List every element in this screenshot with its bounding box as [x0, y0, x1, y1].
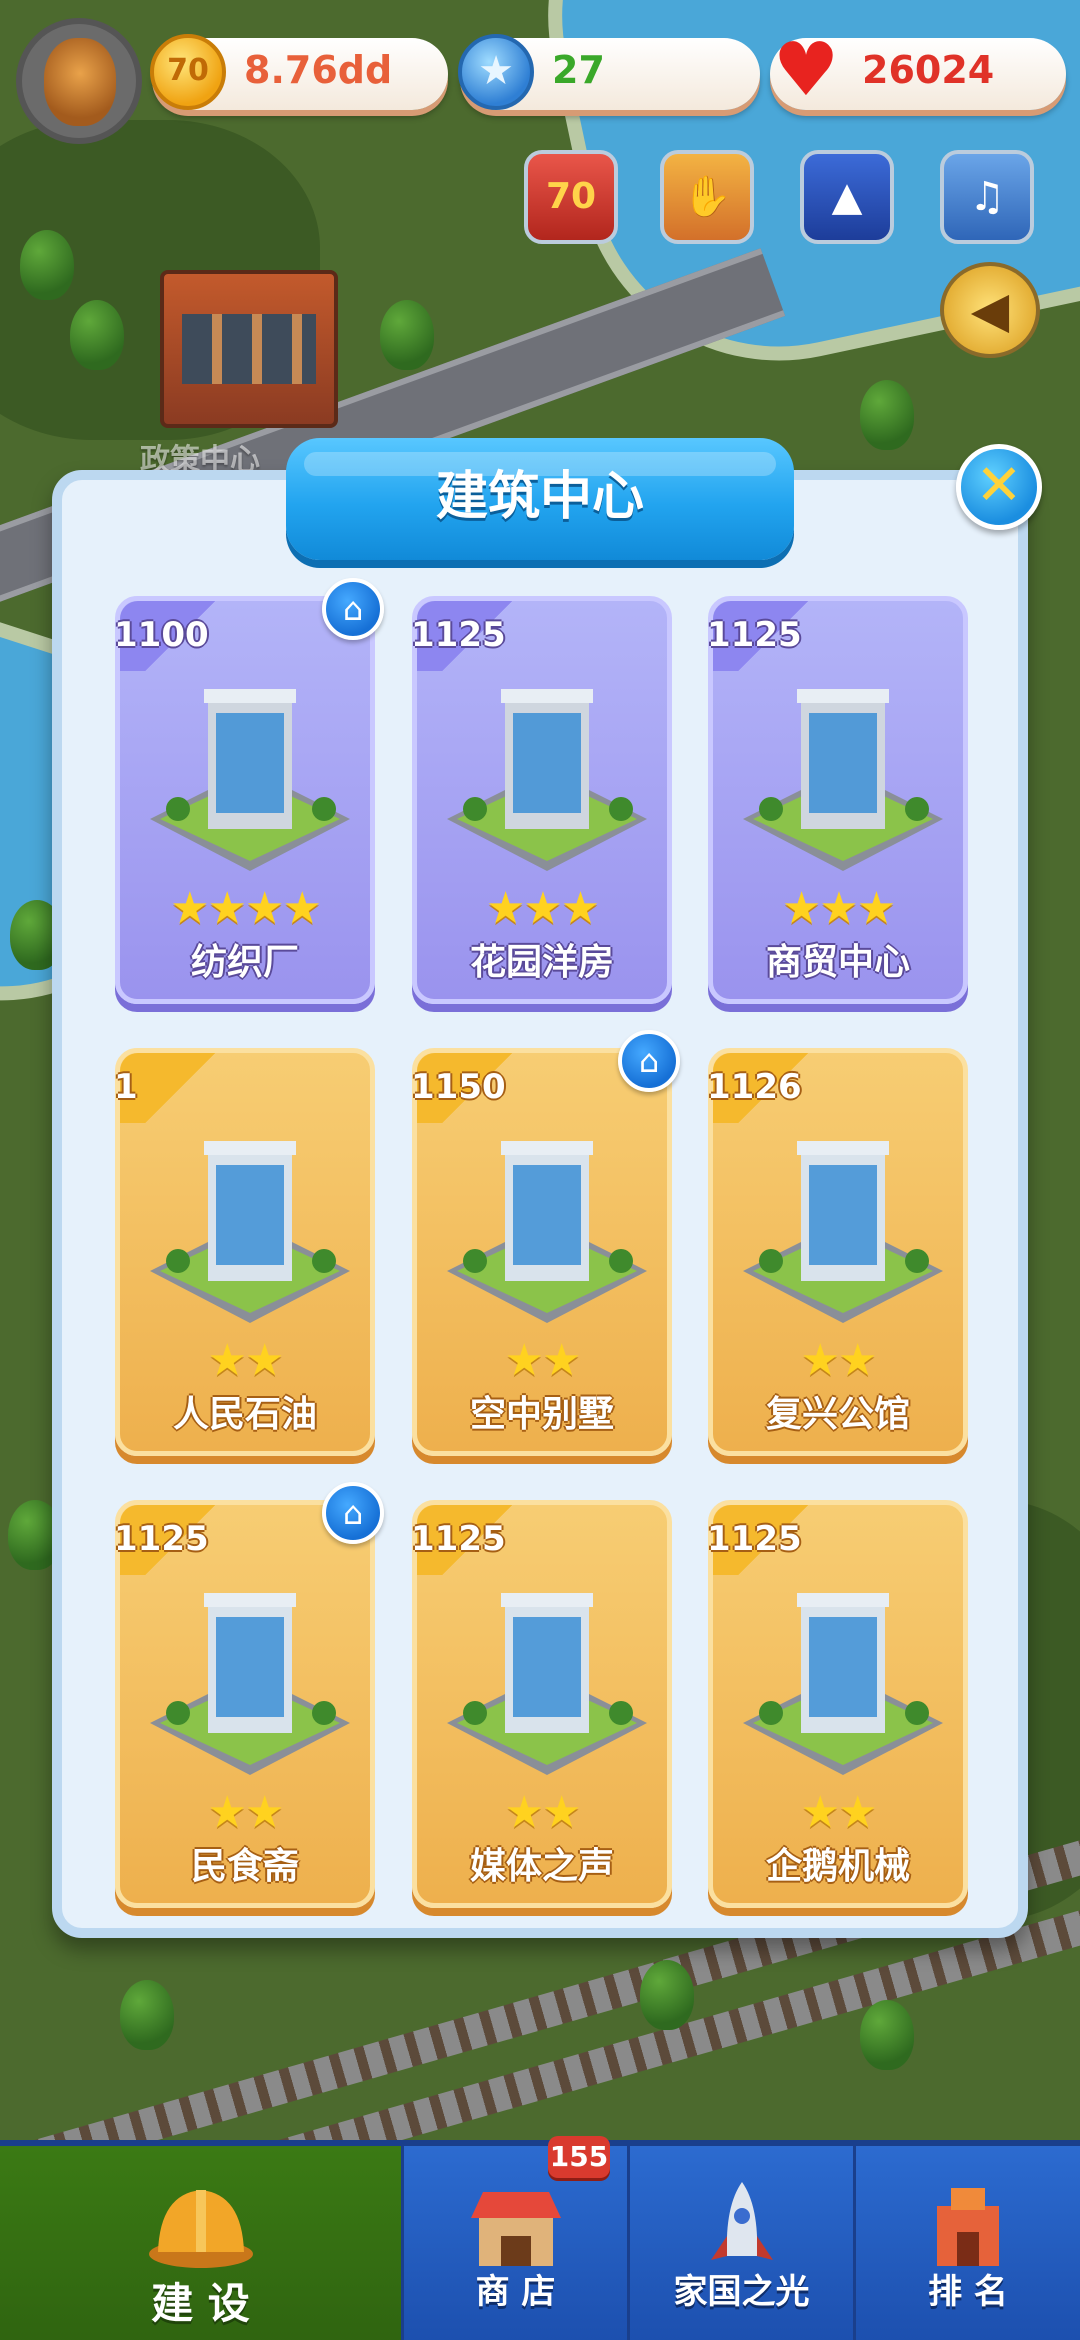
coin-counter[interactable]: 70 8.76dd: [150, 34, 448, 110]
building-stars: ★★: [207, 1335, 285, 1386]
music-event-button[interactable]: ♫: [940, 150, 1034, 244]
building-illustration: [447, 1593, 647, 1775]
building-cost: 1100: [114, 615, 209, 655]
close-button[interactable]: ✕: [956, 444, 1042, 530]
building-card[interactable]: 1100 ★★★★ 纺织厂: [114, 596, 375, 1004]
building-cost: 1125: [114, 1519, 209, 1559]
building-stars: ★★: [207, 1787, 285, 1838]
building-cost: 1125: [707, 615, 802, 655]
music-icon: ♫: [969, 174, 1005, 220]
nav-homeland-light[interactable]: 家国之光: [630, 2146, 856, 2340]
home-icon: ⌂: [322, 578, 384, 640]
building-card[interactable]: 1126 ★★ 复兴公馆: [707, 1048, 968, 1456]
building-illustration: [150, 1593, 350, 1775]
building-stars: ★★: [504, 1335, 582, 1386]
hard-hat-icon: [148, 2190, 253, 2268]
tree: [640, 1960, 694, 2030]
tree: [380, 300, 434, 370]
building-name: 民食斋: [190, 1846, 299, 1887]
building-cost: 1125: [411, 615, 506, 655]
building-stars: ★★: [504, 1787, 582, 1838]
heart-value: 26024: [862, 48, 995, 92]
nav-homeland-label: 家国之光: [673, 2272, 810, 2312]
building-name: 商贸中心: [765, 942, 910, 983]
bottom-navigation: 建 设 商 店 家国之光 排 名: [0, 2140, 1080, 2340]
building-card[interactable]: 1125 ★★ 媒体之声: [411, 1500, 672, 1908]
building-illustration: [743, 1141, 943, 1323]
building-illustration: [447, 1141, 647, 1323]
building-card[interactable]: 1125 ★★ 企鹅机械: [707, 1500, 968, 1908]
tree: [120, 1980, 174, 2050]
gem-value: 27: [552, 48, 605, 92]
heart-icon: ♥: [772, 27, 840, 113]
nav-build[interactable]: 建 设: [0, 2146, 404, 2340]
handshake-event-button[interactable]: ✋: [660, 150, 754, 244]
building-stars: ★★★★: [170, 883, 322, 934]
player-avatar[interactable]: [16, 18, 142, 144]
home-icon: ⌂: [618, 1030, 680, 1092]
building-name: 复兴公馆: [765, 1394, 910, 1435]
building-name: 人民石油: [172, 1394, 317, 1435]
building-name: 媒体之声: [469, 1846, 614, 1887]
trophy-building-icon: [937, 2188, 999, 2266]
coin-value: 8.76dd: [244, 48, 393, 92]
heart-counter[interactable]: ♥ 26024: [770, 33, 1066, 110]
nav-rank[interactable]: 排 名: [856, 2146, 1080, 2340]
building-cost: 1125: [411, 1519, 506, 1559]
building-illustration: [743, 689, 943, 871]
rocket-icon: ▲: [831, 174, 863, 220]
building-card[interactable]: 1125 ★★★ 商贸中心: [707, 596, 968, 1004]
tree: [860, 380, 914, 450]
building-name: 空中别墅: [469, 1394, 614, 1435]
star-gem-icon: ★: [458, 34, 534, 110]
tree: [20, 230, 74, 300]
building-card[interactable]: 1125 ★★★ 花园洋房: [411, 596, 672, 1004]
gem-counter[interactable]: ★ 27: [458, 34, 760, 110]
building-illustration: [447, 689, 647, 871]
megaphone-button[interactable]: ◀: [940, 262, 1040, 358]
nav-shop-label: 商 店: [475, 2272, 556, 2312]
policy-center-building[interactable]: [160, 270, 338, 428]
building-name: 花园洋房: [469, 942, 614, 983]
tree: [70, 300, 124, 370]
anniversary-event-button[interactable]: 70: [524, 150, 618, 244]
building-stars: ★★: [800, 1787, 878, 1838]
building-stars: ★★★: [781, 883, 896, 934]
building-name: 企鹅机械: [765, 1846, 910, 1887]
nav-build-label: 建 设: [151, 2279, 250, 2328]
building-illustration: [743, 1593, 943, 1775]
avatar-image: [44, 38, 116, 126]
rocket-event-button[interactable]: ▲: [800, 150, 894, 244]
building-cost: 1: [114, 1067, 138, 1107]
coin-icon: 70: [150, 34, 226, 110]
building-stars: ★★: [800, 1335, 878, 1386]
building-illustration: [150, 689, 350, 871]
building-card[interactable]: 1150 ★★ 空中别墅: [411, 1048, 672, 1456]
home-icon: ⌂: [322, 1482, 384, 1544]
building-card[interactable]: 1 ★★ 人民石油: [114, 1048, 375, 1456]
building-cost: 1125: [707, 1519, 802, 1559]
shop-icon: [470, 2192, 561, 2266]
shop-notification-badge: 155: [548, 2136, 610, 2178]
building-cost: 1126: [707, 1067, 802, 1107]
building-illustration: [150, 1141, 350, 1323]
rocket-icon: [710, 2182, 773, 2260]
handshake-icon: ✋: [682, 174, 732, 220]
close-icon: ✕: [975, 453, 1023, 518]
megaphone-icon: ◀: [970, 281, 1010, 339]
building-stars: ★★★: [485, 883, 600, 934]
building-name: 纺织厂: [190, 942, 299, 983]
dialog-title: 建筑中心: [286, 438, 794, 560]
building-cost: 1150: [411, 1067, 506, 1107]
tree: [860, 2000, 914, 2070]
nav-rank-label: 排 名: [928, 2272, 1008, 2312]
building-card[interactable]: 1125 ★★ 民食斋: [114, 1500, 375, 1908]
